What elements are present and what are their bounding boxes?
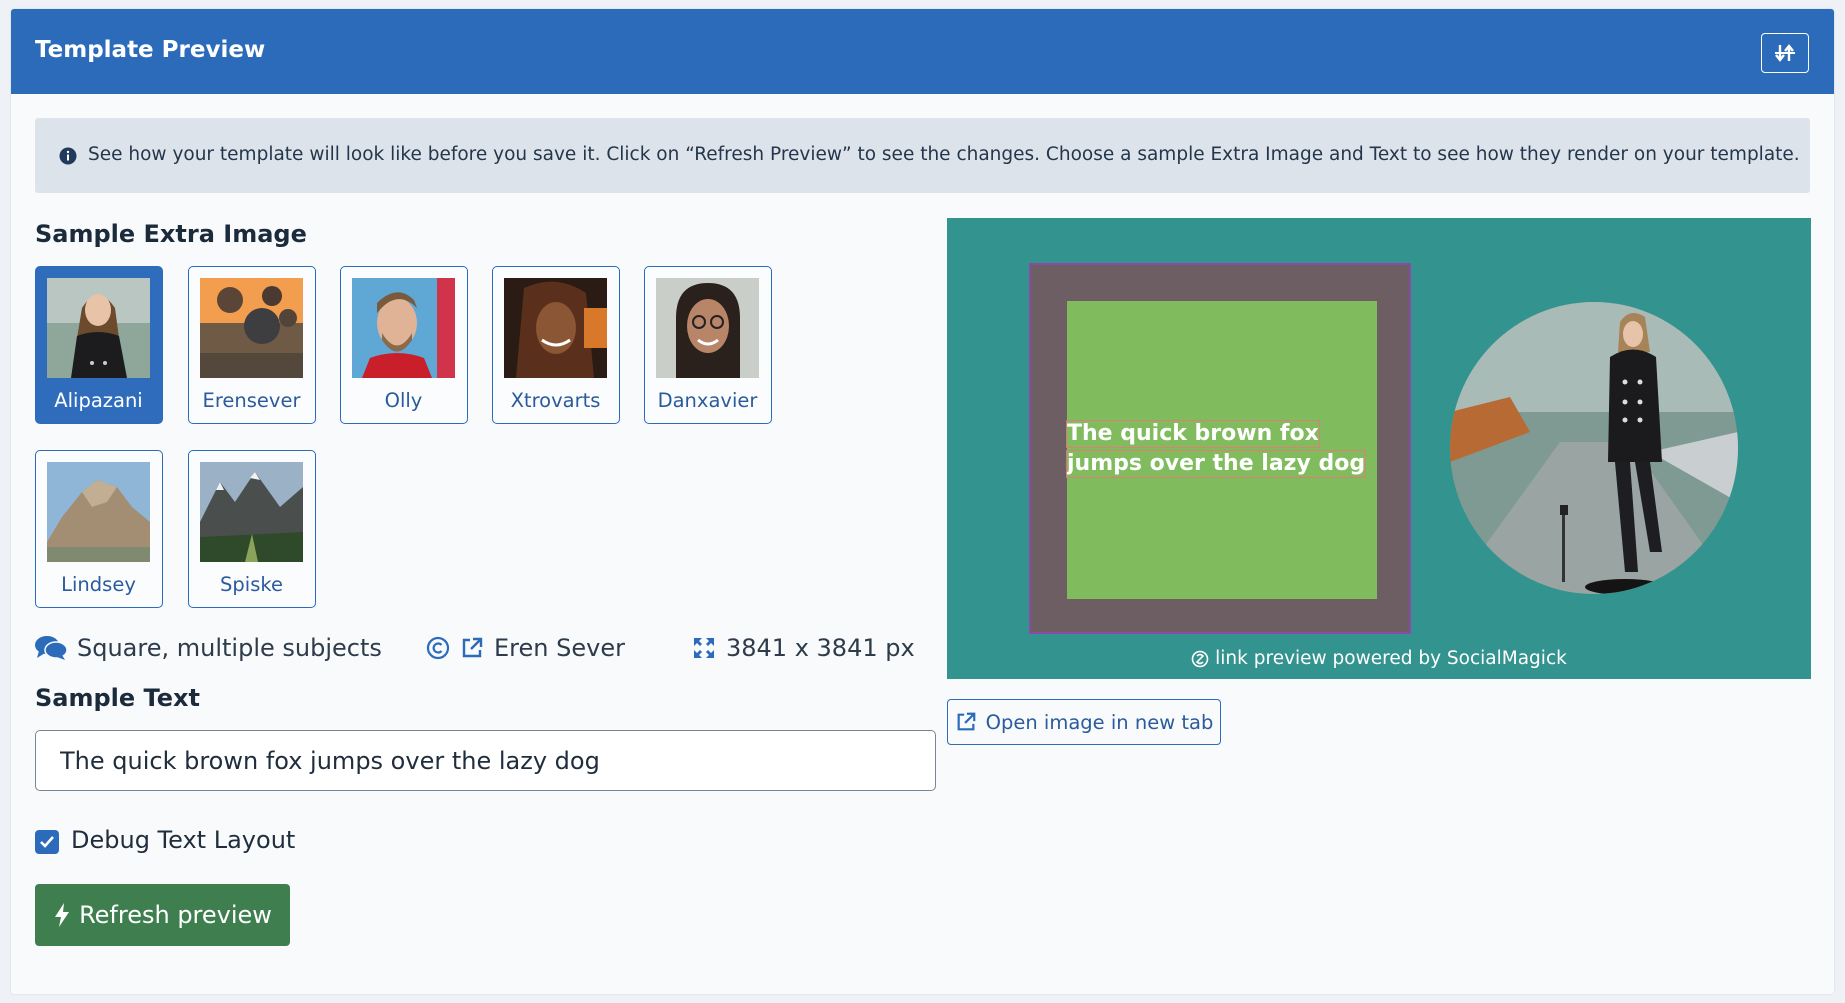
overlay-text-line: The quick brown fox: [1066, 420, 1320, 448]
sample-text-title: Sample Text: [35, 684, 200, 712]
debug-text-layout-label[interactable]: Debug Text Layout: [71, 826, 295, 854]
template-preview-panel: Template Preview See how your template w…: [11, 9, 1834, 994]
preview-image: The quick brown fox jumps over the lazy …: [947, 218, 1811, 679]
open-image-label: Open image in new tab: [985, 710, 1214, 734]
sample-image-card-erensever[interactable]: Erensever: [188, 266, 316, 424]
author-name: Eren Sever: [494, 634, 625, 662]
card-label: Alipazani: [54, 389, 143, 412]
check-icon: [40, 836, 54, 848]
copyright-icon: [426, 636, 450, 660]
sample-image-title: Sample Extra Image: [35, 220, 307, 248]
thumbnail-xtrovarts: [504, 278, 607, 378]
card-label: Xtrovarts: [510, 389, 601, 412]
thumbnail-alipazani: [47, 278, 150, 378]
card-label: Spiske: [220, 573, 283, 596]
expand-arrows-icon: [694, 638, 714, 658]
refresh-preview-button[interactable]: Refresh preview: [35, 884, 290, 946]
card-label: Danxavier: [657, 389, 758, 412]
preview-extra-image: [1450, 302, 1738, 594]
sample-image-card-lindsey[interactable]: Lindsey: [35, 450, 163, 608]
sample-image-card-olly[interactable]: Olly: [340, 266, 468, 424]
panel-title: Template Preview: [35, 37, 266, 63]
open-image-new-tab-button[interactable]: Open image in new tab: [947, 699, 1221, 745]
sample-image-card-xtrovarts[interactable]: Xtrovarts: [492, 266, 620, 424]
thumbnail-erensever: [200, 278, 303, 378]
panel-header: Template Preview: [11, 9, 1834, 94]
collapse-toggle-button[interactable]: [1761, 33, 1809, 73]
sort-arrows-icon: [1775, 44, 1795, 62]
powered-by-text: link preview powered by SocialMagick: [947, 648, 1811, 669]
card-label: Erensever: [202, 389, 301, 412]
description-text: Square, multiple subjects: [77, 634, 382, 662]
image-dimensions: 3841 x 3841 px: [692, 633, 915, 663]
card-label: Olly: [384, 389, 423, 412]
comments-icon: [35, 636, 67, 660]
powered-by-label: link preview powered by SocialMagick: [1215, 648, 1567, 669]
thumbnail-lindsey: [47, 462, 150, 562]
text-box: The quick brown fox jumps over the lazy …: [1065, 301, 1377, 599]
sample-text-input[interactable]: [35, 730, 936, 791]
info-text: See how your template will look like bef…: [88, 144, 1800, 165]
thumbnail-danxavier: [656, 278, 759, 378]
thumbnail-olly: [352, 278, 455, 378]
image-author: Eren Sever: [426, 633, 625, 663]
debug-text-layout-checkbox[interactable]: [35, 830, 59, 854]
thumbnail-spiske: [200, 462, 303, 562]
overlay-text-line: jumps over the lazy dog: [1065, 450, 1367, 478]
info-alert: See how your template will look like bef…: [35, 118, 1810, 193]
info-circle-icon: [59, 147, 77, 165]
image-description: Square, multiple subjects: [35, 633, 382, 663]
bolt-icon: [55, 903, 70, 927]
external-link-icon: [957, 712, 976, 731]
card-label: Lindsey: [61, 573, 136, 596]
socialmagick-logo-icon: [1191, 650, 1209, 667]
sample-image-card-spiske[interactable]: Spiske: [188, 450, 316, 608]
refresh-preview-label: Refresh preview: [79, 901, 272, 929]
sample-image-card-danxavier[interactable]: Danxavier: [644, 266, 772, 424]
external-link-icon[interactable]: [460, 636, 484, 660]
sample-image-card-alipazani[interactable]: Alipazani: [35, 266, 163, 424]
dimensions-text: 3841 x 3841 px: [726, 634, 915, 662]
text-layout-frame: The quick brown fox jumps over the lazy …: [1029, 263, 1411, 634]
